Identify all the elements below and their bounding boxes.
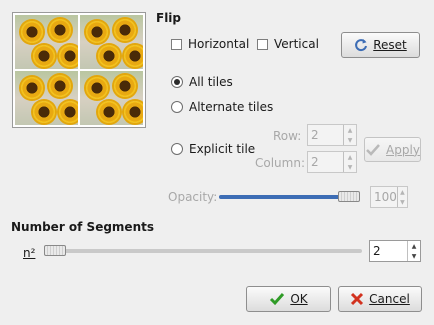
segments-spinner[interactable]: 2 ▲ ▼ (369, 240, 421, 262)
vertical-checkbox[interactable]: Vertical (257, 37, 319, 51)
cancel-x-icon (351, 292, 364, 306)
explicit-tile-label: Explicit tile (189, 142, 256, 156)
cancel-label: Cancel (369, 292, 410, 306)
vertical-checkbox-box[interactable] (257, 38, 268, 50)
reset-icon (355, 39, 368, 52)
flip-heading: Flip (156, 11, 182, 25)
row-label: Row: (273, 129, 302, 143)
alternate-tiles-radio[interactable]: Alternate tiles (171, 100, 273, 114)
row-value[interactable]: 2 (308, 125, 343, 145)
explicit-tile-radio[interactable]: Explicit tile (171, 142, 255, 156)
row-spinner[interactable]: 2 ▲ ▼ (307, 124, 357, 146)
all-tiles-radio-dot[interactable] (171, 76, 183, 88)
row-down-arrow-icon[interactable]: ▼ (344, 135, 356, 145)
row-up-arrow-icon[interactable]: ▲ (344, 125, 356, 135)
preview-tile (15, 15, 78, 69)
reset-label: Reset (373, 38, 407, 52)
vertical-label: Vertical (274, 37, 319, 51)
tile-preview-image (12, 12, 146, 128)
segments-heading: Number of Segments (11, 220, 154, 234)
segments-up-arrow-icon[interactable]: ▲ (408, 241, 420, 251)
segments-slider-handle[interactable] (44, 245, 66, 256)
column-value[interactable]: 2 (308, 152, 343, 172)
alternate-tiles-label: Alternate tiles (189, 100, 274, 114)
ok-check-icon (270, 293, 285, 306)
reset-button[interactable]: Reset (341, 32, 420, 58)
preview-tile (80, 15, 143, 69)
segments-down-arrow-icon[interactable]: ▼ (408, 251, 420, 261)
apply-button[interactable]: Apply (364, 137, 421, 162)
horizontal-label: Horizontal (188, 37, 250, 51)
alternate-tiles-radio-dot[interactable] (171, 101, 183, 113)
horizontal-checkbox[interactable]: Horizontal (171, 37, 249, 51)
n-squared-label: n² (23, 246, 36, 260)
cancel-button[interactable]: Cancel (338, 286, 422, 312)
opacity-label: Opacity: (168, 190, 218, 204)
opacity-value[interactable]: 100 (371, 187, 397, 207)
horizontal-checkbox-box[interactable] (171, 38, 182, 50)
preview-tile (15, 71, 78, 125)
segments-value[interactable]: 2 (370, 241, 407, 261)
all-tiles-label: All tiles (189, 75, 233, 89)
ok-label: OK (290, 292, 308, 306)
opacity-up-arrow-icon[interactable]: ▲ (398, 187, 407, 197)
apply-check-icon (366, 143, 380, 156)
column-up-arrow-icon[interactable]: ▲ (344, 152, 356, 162)
segments-slider-track[interactable] (44, 249, 362, 253)
column-down-arrow-icon[interactable]: ▼ (344, 162, 356, 172)
column-label: Column: (255, 156, 305, 170)
apply-label: Apply (386, 142, 420, 157)
preview-tile (80, 71, 143, 125)
opacity-spinner[interactable]: 100 ▲ ▼ (370, 186, 408, 208)
opacity-slider-handle[interactable] (338, 191, 360, 202)
column-spinner[interactable]: 2 ▲ ▼ (307, 151, 357, 173)
explicit-tile-radio-dot[interactable] (171, 143, 183, 155)
ok-button[interactable]: OK (246, 286, 331, 312)
opacity-down-arrow-icon[interactable]: ▼ (398, 197, 407, 207)
all-tiles-radio[interactable]: All tiles (171, 75, 233, 89)
